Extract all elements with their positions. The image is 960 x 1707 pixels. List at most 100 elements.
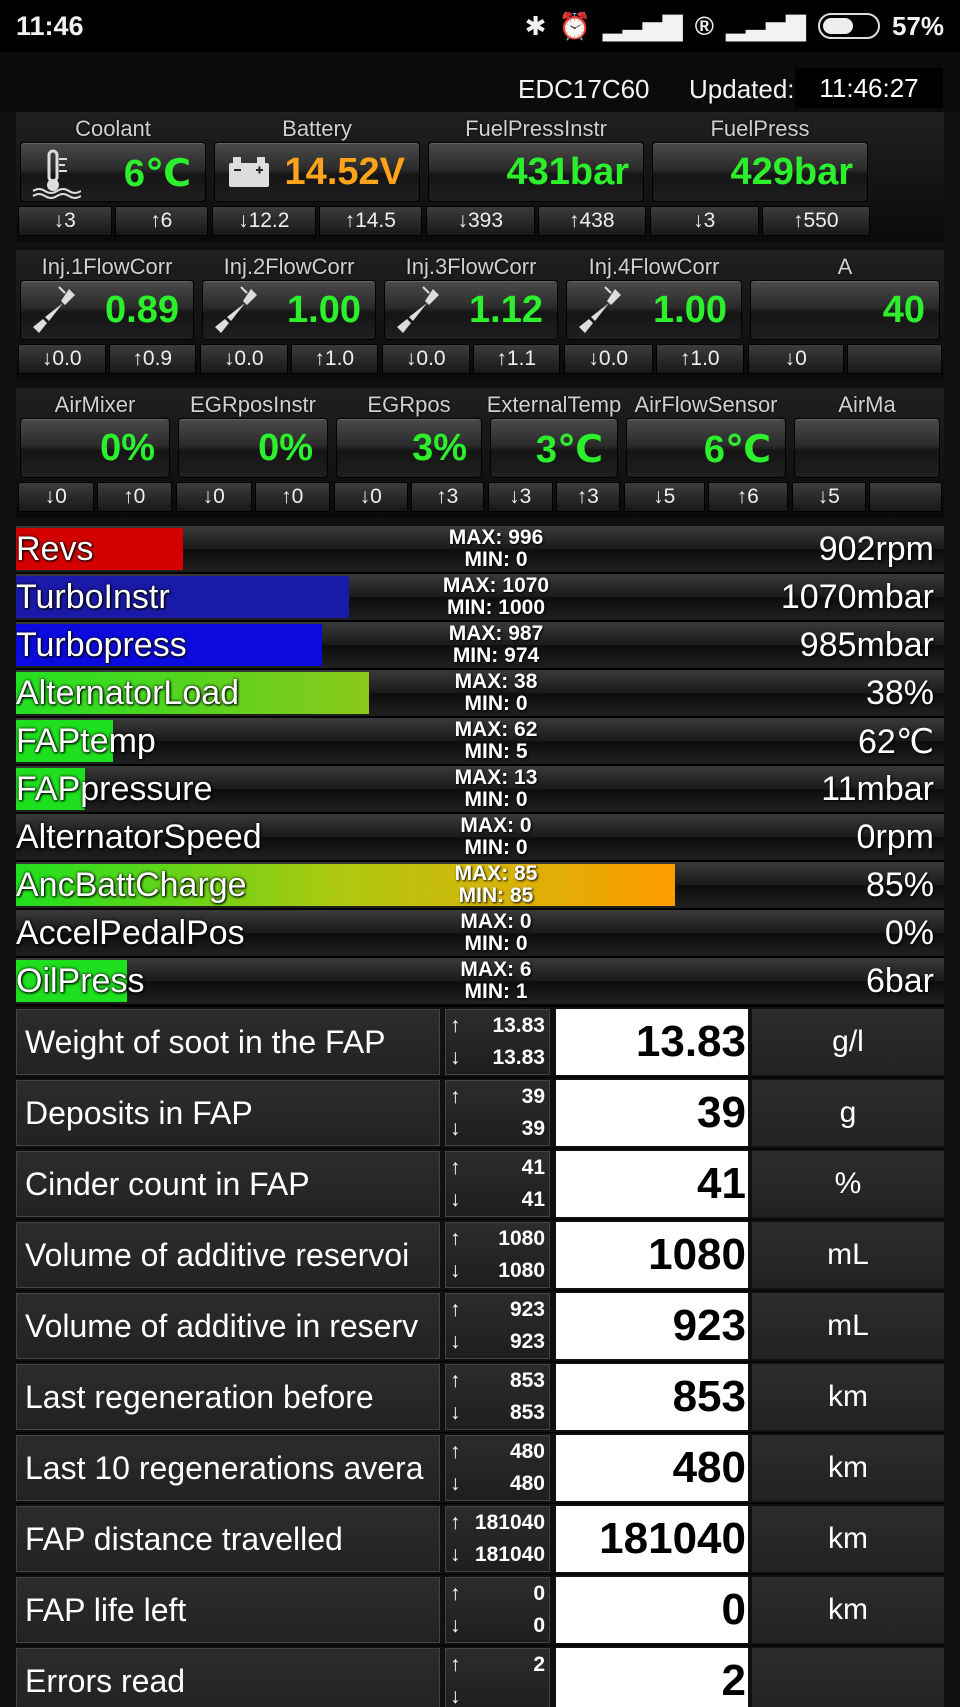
bar-minmax: MAX: 987 MIN: 974 [376,623,616,667]
gauge-max: ↑1.0 [290,344,378,374]
gauge-fuelpress[interactable]: FuelPress 429bar ↓3 ↑550 [648,112,872,242]
status-time: 11:46 [16,10,84,41]
gauge-max [846,344,942,374]
bar-name: FAPtemp [16,722,156,760]
param-min: 1080 [498,1259,545,1282]
gauge-minmax: ↓0 ↑0 [176,482,330,512]
param-max: 480 [509,1440,545,1463]
param-min: 39 [521,1117,545,1140]
gauge-value-box: 6℃ [626,418,786,478]
gauge-value: 1.00 [287,289,361,331]
arrow-down-icon: ↓ [450,1685,461,1707]
gauge-label: Inj.2FlowCorr [223,254,355,279]
gauge-inj-1flowcorr[interactable]: Inj.1FlowCorr 0.89 ↓0.0 ↑0.9 [16,250,198,380]
gauge-min: ↓12.2 [212,206,316,236]
gauge-egrpos[interactable]: EGRpos 3% ↓0 ↑3 [332,388,486,518]
gauge-label: EGRpos [367,392,451,417]
table-row[interactable]: Volume of additive in reserv ↑ 923 ↓ 923 923 m… [16,1290,944,1361]
gauge-airflowsensor[interactable]: AirFlowSensor 6℃ ↓5 ↑6 [622,388,790,518]
bar-value: 6bar [865,962,934,1000]
gauge-minmax: ↓3 ↑6 [18,206,208,236]
gauge-label: AirMa [838,392,896,417]
gauge-a[interactable]: A 40 ↓0 [746,250,944,380]
bar-name: AlternatorSpeed [16,818,262,856]
bar-minmax: MAX: 13 MIN: 0 [376,767,616,811]
bar-turboinstr[interactable]: TurboInstr MAX: 1070 MIN: 1000 1070mbar [16,574,944,622]
bar-name: AncBattCharge [16,866,247,904]
gauge-max: ↑0 [96,482,172,512]
table-row[interactable]: Volume of additive reservoi ↑ 1080 ↓ 1080 108… [16,1219,944,1290]
bar-ancbattcharge[interactable]: AncBattCharge MAX: 85 MIN: 85 85% [16,862,944,910]
table-row[interactable]: Deposits in FAP ↑ 39 ↓ 39 39 g [16,1077,944,1148]
gauge-label: Coolant [75,116,151,141]
bar-panel: Revs MAX: 996 MIN: 0 902rpm TurboInstr MAX: 1… [16,526,944,1006]
table-row[interactable]: Last regeneration before ↑ 853 ↓ 853 853 km [16,1361,944,1432]
gauge-minmax: ↓393 ↑438 [426,206,646,236]
param-max: 0 [533,1582,545,1605]
arrow-down-icon: ↓ [450,1046,461,1069]
param-minmax: ↑ 13.83 ↓ 13.83 [445,1009,550,1075]
gauge-value-box: 429bar [652,142,868,202]
gauge-egrposinstr[interactable]: EGRposInstr 0% ↓0 ↑0 [174,388,332,518]
param-max: 2 [533,1653,545,1676]
param-minmax: ↑ 480 ↓ 480 [445,1435,550,1501]
gauge-inj-2flowcorr[interactable]: Inj.2FlowCorr 1.00 ↓0.0 ↑1.0 [198,250,380,380]
param-minmax: ↑ 1080 ↓ 1080 [445,1222,550,1288]
arrow-up-icon: ↑ [450,1227,461,1250]
gauge-min: ↓0 [18,482,94,512]
signal-icon: ▂▃▅▇ [725,11,806,41]
param-unit: g/l [752,1009,944,1075]
param-value: 41 [556,1151,748,1217]
table-row[interactable]: FAP life left ↑ 0 ↓ 0 0 km [16,1574,944,1645]
injector-icon [211,285,263,337]
bar-alternatorspeed[interactable]: AlternatorSpeed MAX: 0 MIN: 0 0rpm [16,814,944,862]
gauge-label: Inj.4FlowCorr [588,254,720,279]
gauge-value: 3% [412,427,467,469]
bar-turbopress[interactable]: Turbopress MAX: 987 MIN: 974 985mbar [16,622,944,670]
gauge-minmax: ↓5 ↑6 [624,482,788,512]
gauge-value-box: 40 [750,280,940,340]
table-row[interactable]: Weight of soot in the FAP ↑ 13.83 ↓ 13.83 13.… [16,1006,944,1077]
table-row[interactable]: FAP distance travelled ↑ 181040 ↓ 181040 1810… [16,1503,944,1574]
bar-accelpedalpos[interactable]: AccelPedalPos MAX: 0 MIN: 0 0% [16,910,944,958]
bar-faptemp[interactable]: FAPtemp MAX: 62 MIN: 5 62℃ [16,718,944,766]
gauge-label: A [837,254,853,279]
gauge-max: ↑550 [761,206,870,236]
gauge-max: ↑3 [410,482,484,512]
gauge-min: ↓5 [792,482,866,512]
bar-max: MAX: 13 [454,766,538,789]
bar-min: MIN: 0 [464,788,528,811]
updated-time: 11:46:27 [795,68,943,108]
param-unit: % [752,1151,944,1217]
bar-oilpress[interactable]: OilPress MAX: 6 MIN: 1 6bar [16,958,944,1006]
table-row[interactable]: Errors read ↑ 2 ↓ 2 [16,1645,944,1707]
gauge-inj-4flowcorr[interactable]: Inj.4FlowCorr 1.00 ↓0.0 ↑1.0 [562,250,746,380]
gauge-min: ↓0.0 [382,344,470,374]
bar-alternatorload[interactable]: AlternatorLoad MAX: 38 MIN: 0 38% [16,670,944,718]
table-row[interactable]: Last 10 regenerations avera ↑ 480 ↓ 480 480 km [16,1432,944,1503]
gauge-minmax: ↓12.2 ↑14.5 [212,206,422,236]
gauge-airmixer[interactable]: AirMixer 0% ↓0 ↑0 [16,388,174,518]
bluetooth-icon: ✱ [524,11,547,41]
gauge-min: ↓0.0 [200,344,288,374]
gauge-airma[interactable]: AirMa ↓5 [790,388,944,518]
bar-min: MIN: 0 [464,548,528,571]
gauge-max: ↑438 [537,206,646,236]
bar-min: MIN: 0 [464,692,528,715]
bar-revs[interactable]: Revs MAX: 996 MIN: 0 902rpm [16,526,944,574]
gauge-value-box: 0% [20,418,170,478]
table-row[interactable]: Cinder count in FAP ↑ 41 ↓ 41 41% [16,1148,944,1219]
gauge-fuelpressinstr[interactable]: FuelPressInstr 431bar ↓393 ↑438 [424,112,648,242]
gauge-value: 40 [882,289,925,331]
param-value: 480 [556,1435,748,1501]
param-name: Last regeneration before [16,1364,440,1430]
injector-icon [393,285,445,337]
param-name: Deposits in FAP [16,1080,440,1146]
gauge-min: ↓3 [488,482,553,512]
gauge-battery[interactable]: Battery 14.52V ↓12.2 ↑14.5 [210,112,424,242]
header: EDC17C60 Updated: 11:46:27 [0,52,960,112]
bar-fappressure[interactable]: FAPpressure MAX: 13 MIN: 0 11mbar [16,766,944,814]
gauge-inj-3flowcorr[interactable]: Inj.3FlowCorr 1.12 ↓0.0 ↑1.1 [380,250,562,380]
gauge-externaltemp[interactable]: ExternalTemp 3℃ ↓3 ↑3 [486,388,622,518]
gauge-coolant[interactable]: Coolant 6℃ ↓3 ↑6 [16,112,210,242]
